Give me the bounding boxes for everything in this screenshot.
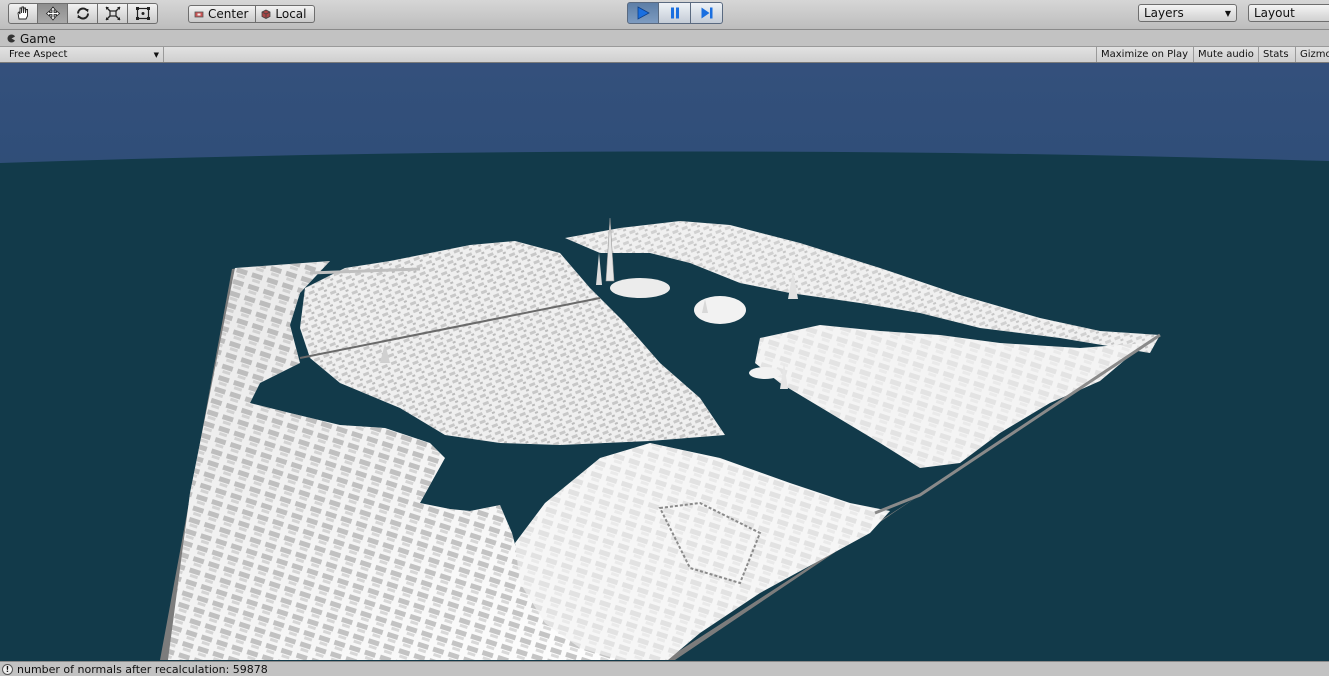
rotate-icon bbox=[76, 7, 89, 20]
play-icon bbox=[637, 6, 650, 20]
mute-audio-label: Mute audio bbox=[1198, 49, 1254, 60]
stats-label: Stats bbox=[1263, 49, 1289, 60]
gizmos-label: Gizmos bbox=[1300, 49, 1329, 60]
move-tool-button[interactable] bbox=[38, 3, 68, 24]
rotate-tool-button[interactable] bbox=[68, 3, 98, 24]
mute-audio-toggle[interactable]: Mute audio bbox=[1193, 47, 1258, 62]
layout-dropdown[interactable]: Layout bbox=[1248, 4, 1329, 22]
stats-toggle[interactable]: Stats bbox=[1258, 47, 1293, 62]
chevron-down-icon: ▼ bbox=[153, 50, 159, 59]
game-viewport[interactable] bbox=[0, 63, 1329, 661]
pause-icon bbox=[670, 7, 679, 19]
tab-game-label: Game bbox=[20, 31, 56, 46]
move-icon bbox=[45, 6, 60, 21]
island-2 bbox=[610, 278, 670, 298]
pivot-rotation-button[interactable]: Local bbox=[256, 5, 315, 23]
hand-icon bbox=[17, 6, 28, 20]
tab-game[interactable]: Game bbox=[4, 31, 62, 46]
scale-icon bbox=[105, 6, 120, 21]
scale-tool-button[interactable] bbox=[98, 3, 128, 24]
layers-dropdown[interactable]: Layers ▼ bbox=[1138, 4, 1237, 22]
status-bar[interactable]: ! number of normals after recalculation:… bbox=[0, 661, 1329, 676]
island-3 bbox=[749, 367, 781, 379]
hand-tool-button[interactable] bbox=[8, 3, 38, 24]
rect-transform-icon bbox=[135, 7, 150, 20]
game-view-icon bbox=[7, 34, 16, 43]
info-icon: ! bbox=[2, 663, 13, 675]
game-view-header: Free Aspect ▼ Maximize on Play Mute audi… bbox=[0, 46, 1329, 63]
pivot-toggles: Center Local bbox=[188, 5, 315, 23]
pause-button[interactable] bbox=[659, 2, 691, 24]
aspect-dropdown[interactable]: Free Aspect ▼ bbox=[4, 47, 164, 62]
terrain-render bbox=[0, 63, 1329, 661]
maximize-on-play-label: Maximize on Play bbox=[1101, 49, 1189, 60]
rect-tool-button[interactable] bbox=[128, 3, 158, 24]
aspect-label: Free Aspect bbox=[9, 49, 68, 60]
tab-bar: Game bbox=[0, 30, 1329, 46]
pivot-mode-button[interactable]: Center bbox=[188, 5, 257, 23]
transform-tools bbox=[8, 3, 158, 24]
main-toolbar: Center Local Layers ▼ Layout bbox=[0, 0, 1329, 30]
status-message: number of normals after recalculation: 5… bbox=[17, 662, 268, 676]
step-icon bbox=[701, 7, 712, 19]
layout-label: Layout bbox=[1254, 6, 1295, 20]
step-button[interactable] bbox=[691, 2, 723, 24]
layers-label: Layers bbox=[1144, 6, 1184, 20]
pivot-mode-label: Center bbox=[208, 7, 249, 21]
island-1 bbox=[694, 296, 746, 324]
maximize-on-play-toggle[interactable]: Maximize on Play bbox=[1096, 47, 1192, 62]
local-cube-icon bbox=[261, 9, 271, 19]
playback-controls bbox=[627, 2, 723, 24]
chevron-down-icon: ▼ bbox=[1224, 8, 1231, 18]
play-button[interactable] bbox=[627, 2, 659, 24]
pivot-rotation-label: Local bbox=[275, 7, 307, 21]
pivot-center-icon bbox=[194, 11, 204, 17]
gizmos-toggle[interactable]: Gizmos bbox=[1295, 47, 1329, 62]
